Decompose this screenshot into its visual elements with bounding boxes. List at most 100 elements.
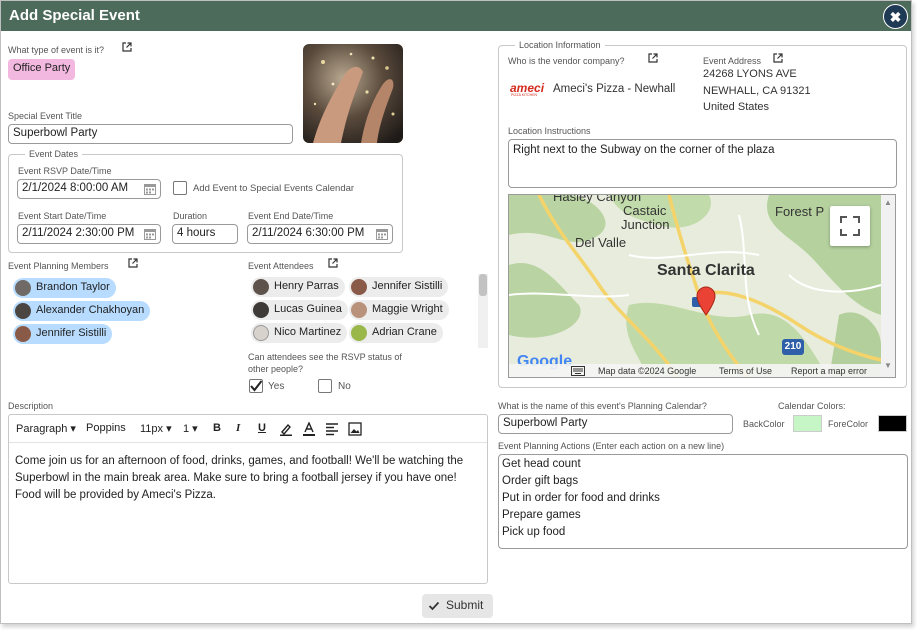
description-label: Description [8,401,54,411]
external-link-icon[interactable] [122,42,132,52]
attendee-name: Jennifer Sistilli [372,280,443,292]
map-marker-icon[interactable] [695,286,717,316]
attendee-chip[interactable]: Lucas Guinea [251,300,348,320]
font-dropdown[interactable]: Poppins [86,422,126,434]
action-item: Get head count [502,458,581,470]
format-dropdown[interactable]: Paragraph ▾ [16,422,76,435]
close-button[interactable]: ✖ [883,4,908,29]
attendee-chip[interactable]: Jennifer Sistilli [349,277,449,297]
duration-input[interactable]: 4 hours [172,224,238,244]
avatar [351,325,367,341]
back-color-swatch[interactable] [793,415,822,432]
attendee-name: Adrian Crane [372,326,437,338]
event-address-label: Event Address [703,56,762,66]
fullscreen-icon [840,216,860,236]
rsvp-no-checkbox[interactable] [318,379,332,393]
member-name: Brandon Taylor [36,281,110,293]
member-chip[interactable]: Brandon Taylor [13,278,116,298]
attendee-name: Lucas Guinea [274,303,342,315]
avatar [253,302,269,318]
rsvp-yes-checkbox[interactable] [249,379,263,393]
map-scrollbar[interactable]: ▲ ▼ [881,195,895,377]
italic-icon[interactable]: I [236,422,240,434]
fore-color-swatch[interactable] [878,415,907,432]
calendar-icon[interactable] [144,228,156,240]
rsvp-date-label: Event RSVP Date/Time [18,166,112,176]
avatar [351,302,367,318]
description-text[interactable]: Come join us for an afternoon of food, d… [15,453,481,504]
attendee-name: Henry Parras [274,280,339,292]
terms-link[interactable]: Terms of Use [719,366,772,376]
calendar-icon[interactable] [144,183,156,195]
calendar-icon[interactable] [376,228,388,240]
attendee-chip[interactable]: Adrian Crane [349,323,443,343]
add-to-calendar-checkbox[interactable] [173,181,187,195]
planning-calendar-label: What is the name of this event's Plannin… [498,401,707,411]
highway-shield: 210 [782,339,804,355]
planning-actions-input[interactable]: Get head count Order gift bags Put in or… [498,454,908,549]
vendor-logo: ameci PIZZA KITCHEN [510,81,548,99]
attendee-chip[interactable]: Maggie Wright [349,300,449,320]
member-chip[interactable]: Jennifer Sistilli [13,324,113,344]
fullscreen-button[interactable] [830,206,870,246]
end-date-label: Event End Date/Time [248,211,334,221]
action-item: Order gift bags [502,475,579,487]
instructions-input[interactable]: Right next to the Subway on the corner o… [508,139,897,188]
event-type-tag[interactable]: Office Party [8,59,76,80]
rsvp-yes-label: Yes [268,381,285,392]
keyboard-icon[interactable] [571,366,585,376]
action-item: Pick up food [502,526,566,538]
scroll-up-icon[interactable]: ▲ [884,198,892,207]
action-item: Prepare games [502,509,581,521]
map-label-delvalle: Del Valle [575,235,627,250]
duration-label: Duration [173,211,208,221]
description-editor: Paragraph ▾ Poppins 11px ▾ 1 ▾ B I U Com… [8,414,488,584]
image-icon[interactable] [348,422,362,436]
scroll-down-icon[interactable]: ▼ [884,361,892,370]
address-line3: United States [703,101,770,113]
highlight-icon[interactable] [279,422,293,436]
attendee-chip[interactable]: Nico Martinez [251,323,348,343]
rsvp-visibility-question: Can attendees see the RSVP status of [248,352,402,362]
scrollbar-thumb[interactable] [479,274,487,296]
map-attribution: Map data ©2024 Google Terms of Use Repor… [509,364,881,377]
report-error-link[interactable]: Report a map error [791,366,867,376]
external-link-icon[interactable] [128,258,138,268]
attendee-name: Nico Martinez [274,326,342,338]
vendor-logo-sub: PIZZA KITCHEN [511,93,538,97]
avatar [253,279,269,295]
underline-icon[interactable]: U [258,422,266,434]
planning-members-label: Event Planning Members [8,261,109,271]
location-map[interactable]: Hasley Canyon Castaic Junction Forest P … [508,194,896,378]
rsvp-date-input[interactable]: 2/1/2024 8:00:00 AM [17,179,161,199]
address-line1: 24268 LYONS AVE [703,68,797,80]
member-chip[interactable]: Alexander Chakhoyan [13,301,151,321]
check-icon [428,601,440,611]
map-label-forest: Forest P [775,204,825,219]
editor-toolbar: Paragraph ▾ Poppins 11px ▾ 1 ▾ B I U [9,415,487,443]
attendees-scrollbar[interactable] [478,274,488,348]
start-date-input[interactable]: 2/11/2024 2:30:00 PM [17,224,161,244]
external-link-icon[interactable] [773,53,783,63]
map-label-junction: Junction [621,217,670,232]
submit-button[interactable]: Submit [422,594,493,618]
planning-calendar-input[interactable]: Superbowl Party [498,414,733,434]
location-info-legend: Location Information [515,40,605,50]
map-data-text: Map data ©2024 Google [598,366,697,376]
end-date-input[interactable]: 2/11/2024 6:30:00 PM [247,224,393,244]
external-link-icon[interactable] [648,53,658,63]
member-name: Jennifer Sistilli [36,327,107,339]
dialog-title: Add Special Event [9,7,140,24]
bold-icon[interactable]: B [213,422,221,434]
checkmark-icon [250,380,263,392]
text-color-icon[interactable] [302,422,316,436]
rsvp-visibility-question-cont: other people? [248,364,304,374]
align-icon[interactable] [325,422,339,436]
external-link-icon[interactable] [328,258,338,268]
event-title-input[interactable]: Superbowl Party [8,124,293,144]
member-name: Alexander Chakhoyan [36,304,145,316]
line-height-dropdown[interactable]: 1 ▾ [183,422,198,435]
font-size-dropdown[interactable]: 11px ▾ [140,422,172,435]
planning-actions-label: Event Planning Actions (Enter each actio… [498,441,725,451]
attendee-chip[interactable]: Henry Parras [251,277,345,297]
